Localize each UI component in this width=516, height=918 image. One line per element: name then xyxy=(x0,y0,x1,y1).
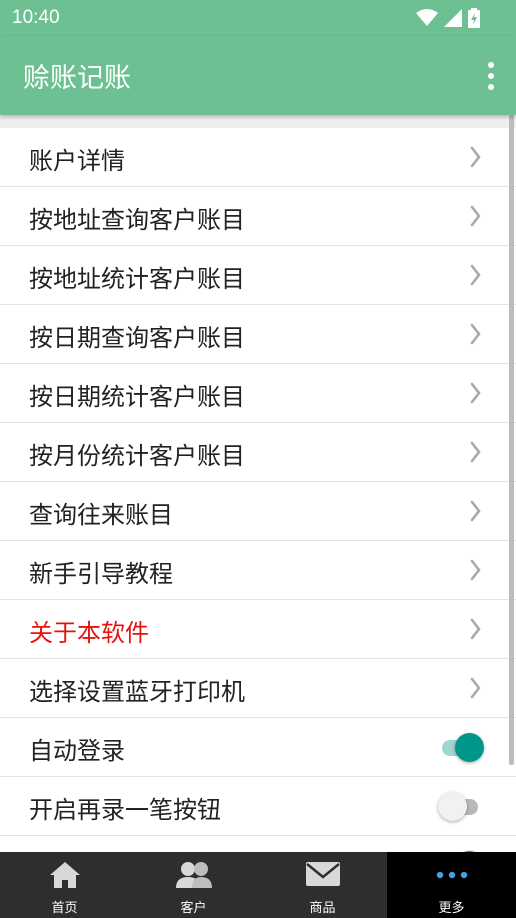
menu-item-bluetooth-printer[interactable]: 选择设置蓝牙打印机 xyxy=(0,659,516,718)
mail-icon xyxy=(305,860,341,892)
menu-item-record-again-button[interactable]: 开启再录一笔按钮 xyxy=(0,777,516,836)
toggle-switch[interactable] xyxy=(438,732,484,762)
signal-icon xyxy=(444,9,462,27)
menu-item-hidden-option[interactable] xyxy=(0,836,516,852)
menu-item-query-by-address[interactable]: 按地址查询客户账目 xyxy=(0,187,516,246)
menu-item-label: 自动登录 xyxy=(29,737,125,765)
chevron-right-icon xyxy=(470,382,481,404)
menu-item-label: 按日期查询客户账目 xyxy=(29,324,245,352)
toggle-thumb[interactable] xyxy=(455,733,484,762)
menu-item-label: 按地址统计客户账目 xyxy=(29,265,245,293)
wifi-icon xyxy=(416,9,438,26)
app-bar: 赊账记账 xyxy=(0,36,516,115)
menu-item-stats-by-month[interactable]: 按月份统计客户账目 xyxy=(0,423,516,482)
toggle-thumb[interactable] xyxy=(438,792,467,821)
menu-item-label: 按月份统计客户账目 xyxy=(29,442,245,470)
nav-customers[interactable]: 客户 xyxy=(129,852,258,918)
menu-item-account-details[interactable]: 账户详情 xyxy=(0,128,516,187)
nav-more[interactable]: 更多 xyxy=(387,852,516,918)
nav-label: 商品 xyxy=(309,901,336,916)
overflow-menu-icon[interactable] xyxy=(486,62,496,90)
menu-item-auto-login[interactable]: 自动登录 xyxy=(0,718,516,777)
menu-item-query-transactions[interactable]: 查询往来账目 xyxy=(0,482,516,541)
menu-item-about[interactable]: 关于本软件 xyxy=(0,600,516,659)
customers-icon xyxy=(174,860,214,894)
battery-icon xyxy=(468,8,480,28)
chevron-right-icon xyxy=(470,500,481,522)
nav-label: 更多 xyxy=(438,901,465,916)
nav-label: 首页 xyxy=(51,901,78,916)
menu-item-label: 按地址查询客户账目 xyxy=(29,206,245,234)
menu-item-label: 新手引导教程 xyxy=(29,560,173,588)
nav-label: 客户 xyxy=(180,901,207,916)
menu-item-label: 开启再录一笔按钮 xyxy=(29,796,221,824)
settings-content[interactable]: 账户详情按地址查询客户账目 按地址统计客户账目 按日期查询客户账目 按日期统计客户账目… xyxy=(0,115,516,852)
app-title: 赊账记账 xyxy=(23,63,131,94)
nav-products[interactable]: 商品 xyxy=(258,852,387,918)
nav-home[interactable]: 首页 xyxy=(0,852,129,918)
menu-item-stats-by-address[interactable]: 按地址统计客户账目 xyxy=(0,246,516,305)
chevron-right-icon xyxy=(470,618,481,640)
home-icon xyxy=(48,860,82,894)
menu-item-tutorial[interactable]: 新手引导教程 xyxy=(0,541,516,600)
toggle-switch[interactable] xyxy=(438,791,484,821)
chevron-right-icon xyxy=(470,205,481,227)
menu-item-label: 账户详情 xyxy=(29,147,125,175)
more-dots-icon xyxy=(435,860,469,894)
status-time: 10:40 xyxy=(12,7,60,28)
menu-item-label: 选择设置蓝牙打印机 xyxy=(29,678,245,706)
status-bar: 10:40 xyxy=(0,0,516,36)
menu-item-label: 关于本软件 xyxy=(29,619,149,647)
chevron-right-icon xyxy=(470,677,481,699)
chevron-right-icon xyxy=(470,146,481,168)
chevron-right-icon xyxy=(470,441,481,463)
chevron-right-icon xyxy=(470,264,481,286)
bottom-navigation: 首页 客户 商品 更多 xyxy=(0,852,516,918)
scrollbar[interactable] xyxy=(509,115,514,765)
menu-item-label: 查询往来账目 xyxy=(29,501,173,529)
menu-item-stats-by-date[interactable]: 按日期统计客户账目 xyxy=(0,364,516,423)
chevron-right-icon xyxy=(470,323,481,345)
menu-item-label: 按日期统计客户账目 xyxy=(29,383,245,411)
menu-item-query-by-date[interactable]: 按日期查询客户账目 xyxy=(0,305,516,364)
chevron-right-icon xyxy=(470,559,481,581)
menu-list: 账户详情按地址查询客户账目 按地址统计客户账目 按日期查询客户账目 按日期统计客户账目… xyxy=(0,128,516,852)
